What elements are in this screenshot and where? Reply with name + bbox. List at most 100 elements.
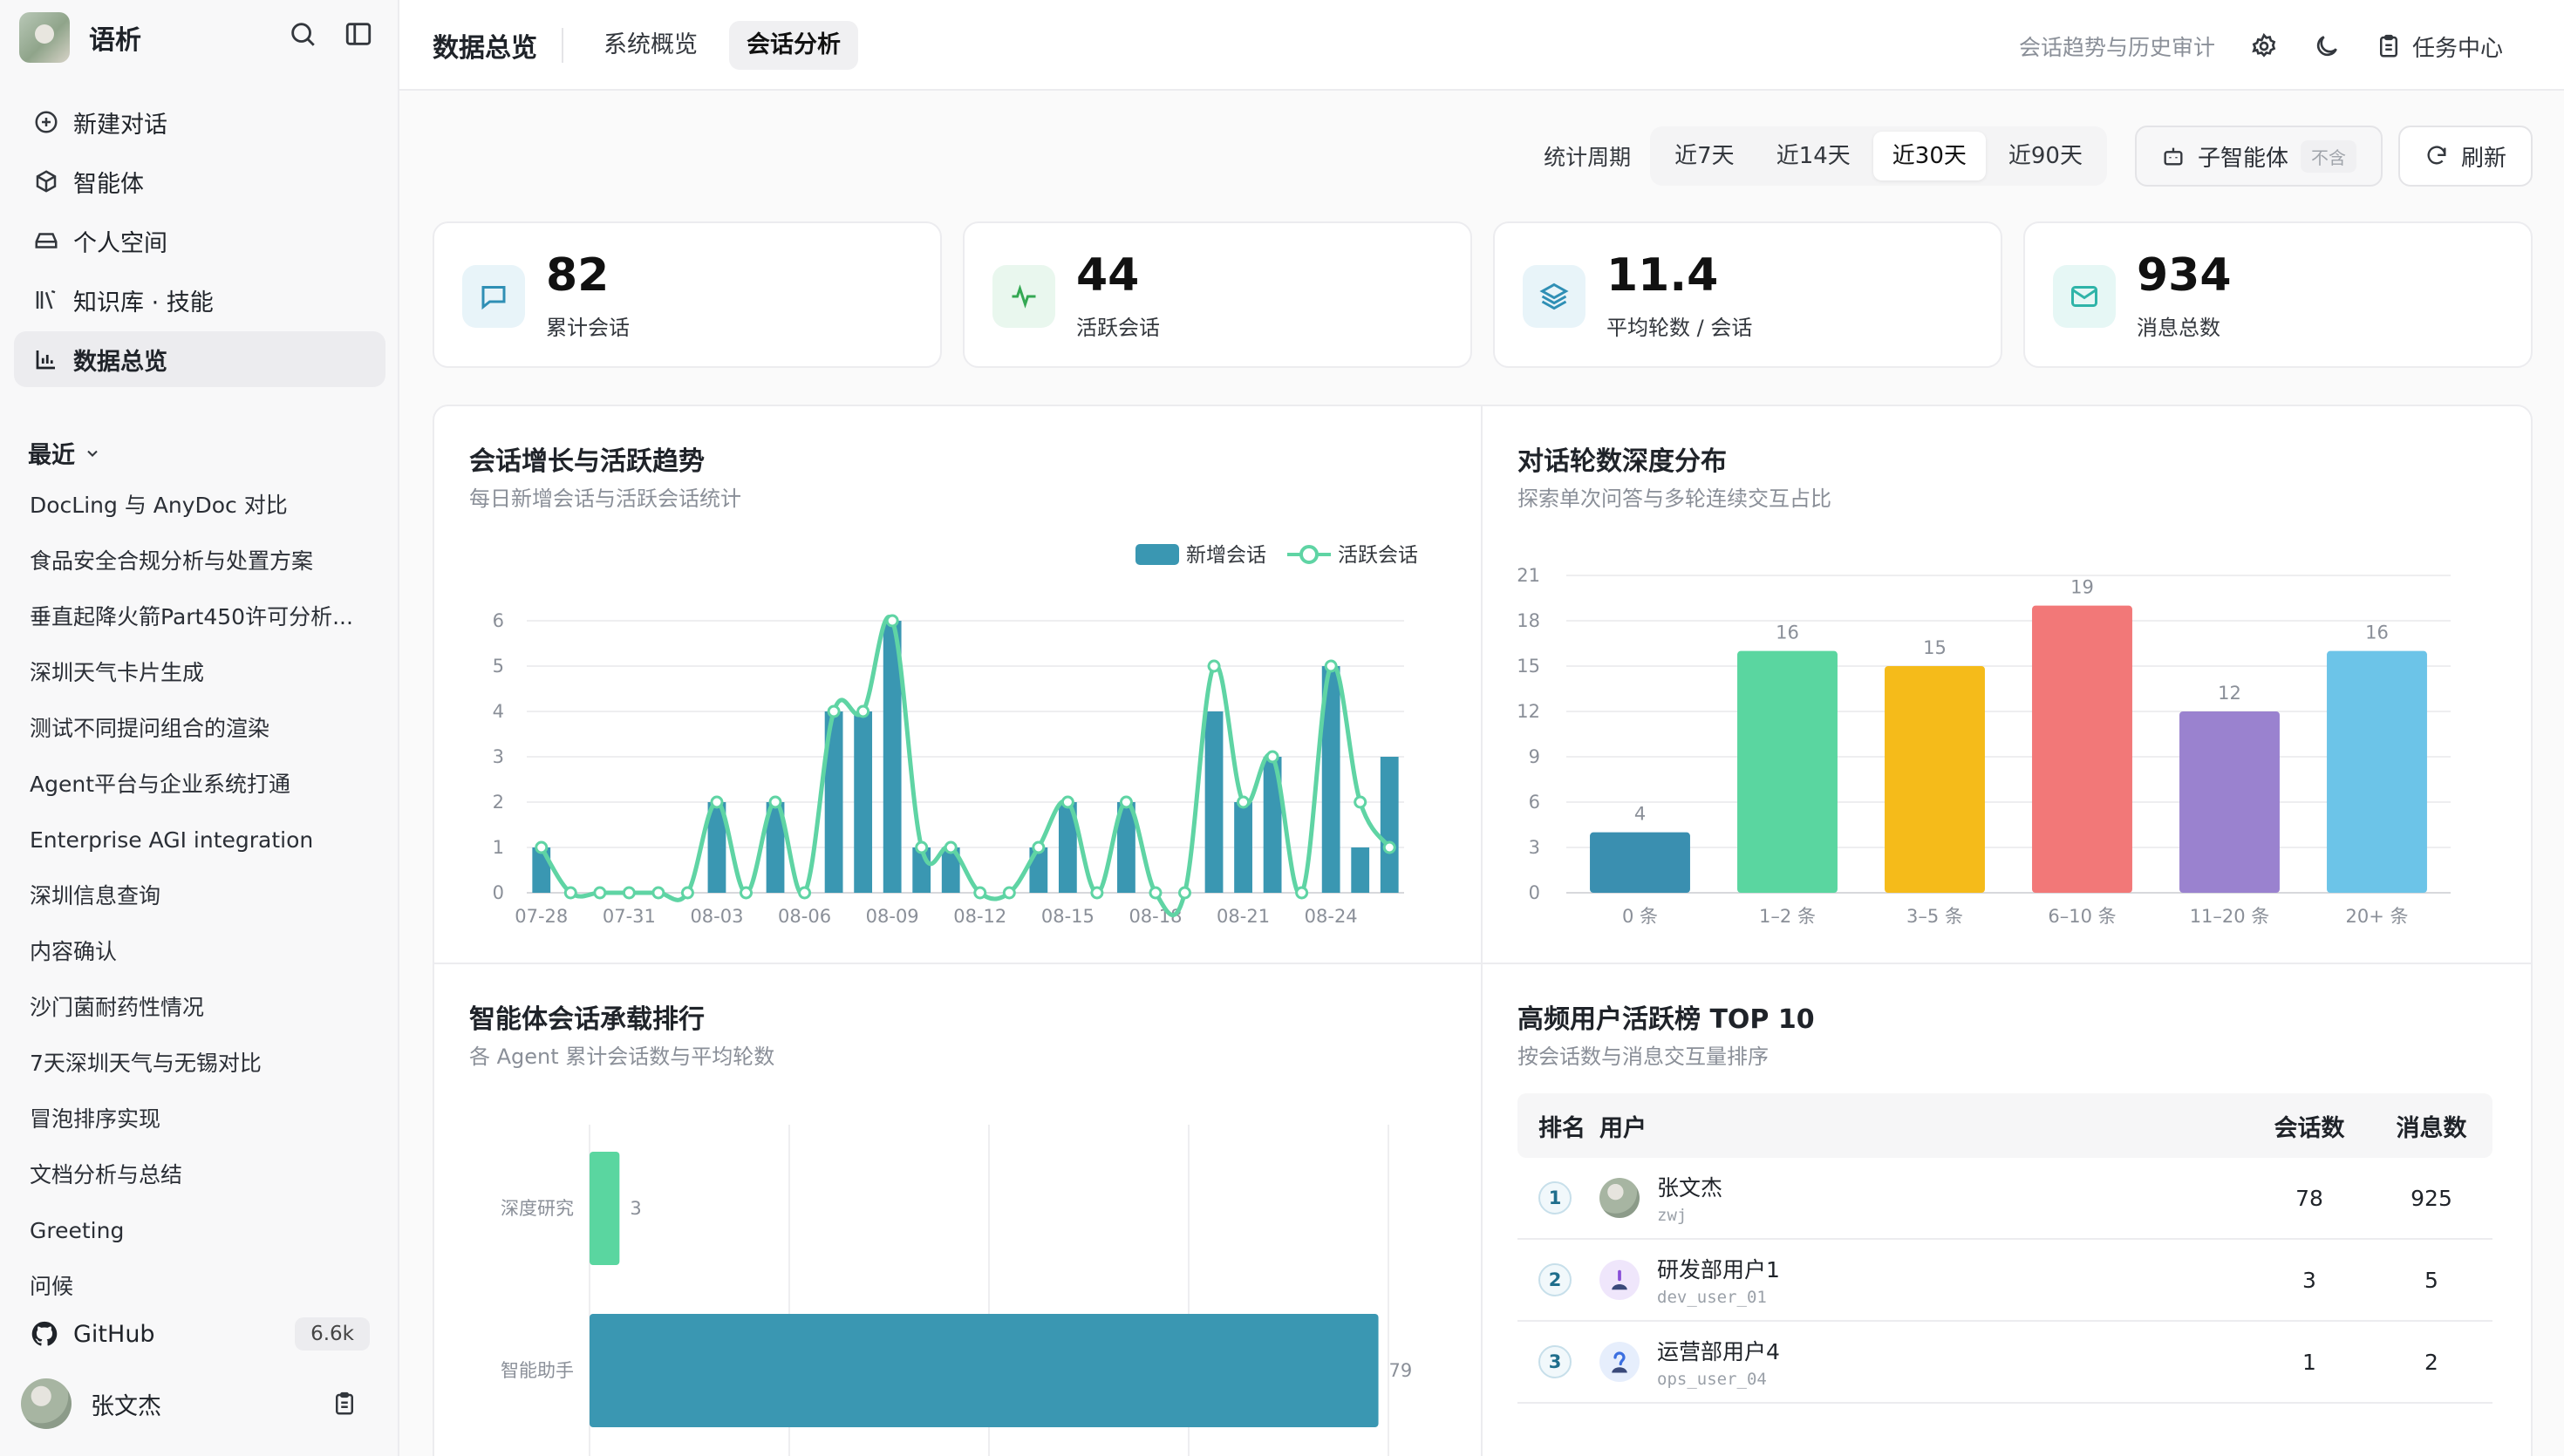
tab-system-overview[interactable]: 系统概览 xyxy=(586,21,715,70)
recent-item[interactable]: DocLing 与 AnyDoc 对比 xyxy=(30,478,370,534)
nav-personal-space[interactable]: 个人空间 xyxy=(14,213,385,269)
trend-point[interactable] xyxy=(973,886,987,900)
recent-item[interactable]: 垂直起降火箭Part450许可分析... xyxy=(30,589,370,645)
trend-point[interactable] xyxy=(827,704,841,718)
col-sessions[interactable]: 会话数 xyxy=(2248,1109,2370,1143)
period-7d[interactable]: 近7天 xyxy=(1655,132,1754,180)
trend-point[interactable] xyxy=(535,840,549,854)
sidebar-toggle-icon[interactable] xyxy=(344,19,373,49)
recent-item[interactable]: Greeting xyxy=(30,1203,370,1259)
y-tick-label: 21 xyxy=(1517,565,1540,586)
nav-knowledge-base[interactable]: 知识库 · 技能 xyxy=(14,272,385,328)
moon-icon[interactable] xyxy=(2313,32,2341,60)
trend-point[interactable] xyxy=(1178,886,1191,900)
bar-value-label: 79 xyxy=(1389,1360,1413,1381)
table-row[interactable]: 2 研发部用户1 dev_user_01 3 5 xyxy=(1517,1240,2492,1322)
trend-point[interactable] xyxy=(680,886,694,900)
trend-point[interactable] xyxy=(856,704,870,718)
x-tick-label: 0 条 xyxy=(1622,906,1658,927)
trend-point[interactable] xyxy=(651,886,665,900)
recent-item[interactable]: Enterprise AGI integration xyxy=(30,813,370,868)
filter-bar: 统计周期 近7天 近14天 近30天 近90天 子智能体 不含 刷新 xyxy=(1544,124,2533,188)
col-messages[interactable]: 消息数 xyxy=(2370,1109,2492,1143)
recent-item[interactable]: Agent平台与企业系统打通 xyxy=(30,757,370,813)
legend-label: 活跃会话 xyxy=(1338,544,1418,567)
nav-dashboard[interactable]: 数据总览 xyxy=(14,331,385,387)
trend-point[interactable] xyxy=(1382,840,1396,854)
recent-item[interactable]: 7天深圳天气与无锡对比 xyxy=(30,1036,370,1092)
trend-line xyxy=(539,615,1392,917)
nav-label: 智能体 xyxy=(73,170,144,198)
trend-bar[interactable] xyxy=(1380,757,1399,893)
period-14d[interactable]: 近14天 xyxy=(1757,132,1870,180)
trend-point[interactable] xyxy=(1237,795,1251,809)
bar-value-label: 16 xyxy=(1776,623,1799,643)
depth-bar[interactable] xyxy=(2179,711,2280,893)
depth-bar[interactable] xyxy=(1885,666,1985,893)
trend-point[interactable] xyxy=(1002,886,1016,900)
depth-bar[interactable] xyxy=(2327,650,2427,893)
recent-item[interactable]: 深圳天气卡片生成 xyxy=(30,645,370,701)
depth-bar[interactable] xyxy=(1737,650,1838,893)
table-row[interactable]: 3 运营部用户4 ops_user_04 1 2 xyxy=(1517,1322,2492,1404)
trend-bar[interactable] xyxy=(854,711,873,893)
agent-bar[interactable] xyxy=(590,1152,620,1265)
trend-point[interactable] xyxy=(1354,795,1367,809)
clipboard-icon[interactable] xyxy=(331,1391,358,1417)
trend-bar[interactable] xyxy=(1234,802,1252,893)
agent-bar[interactable] xyxy=(590,1314,1379,1427)
recent-item[interactable]: 文档分析与总结 xyxy=(30,1147,370,1203)
trend-bar[interactable] xyxy=(1351,847,1370,893)
trend-bar[interactable] xyxy=(1204,711,1224,893)
table-row[interactable]: 1 张文杰 zwj 78 925 xyxy=(1517,1158,2492,1240)
trend-point[interactable] xyxy=(885,614,899,628)
trend-point[interactable] xyxy=(593,886,607,900)
recent-item[interactable]: 问候 xyxy=(30,1259,370,1296)
trend-point[interactable] xyxy=(915,840,929,854)
nav-new-chat[interactable]: 新建对话 xyxy=(14,94,385,150)
agents-panel: 智能体会话承载排行 各 Agent 累计会话数与平均轮数 深度研究 3 智能助手 79 xyxy=(433,963,1483,1456)
refresh-button[interactable]: 刷新 xyxy=(2397,126,2533,187)
trend-point[interactable] xyxy=(798,886,812,900)
subagent-toggle[interactable]: 子智能体 不含 xyxy=(2134,126,2383,187)
trend-point[interactable] xyxy=(1324,659,1338,673)
recent-item[interactable]: 沙门菌耐药性情况 xyxy=(30,980,370,1036)
trend-point[interactable] xyxy=(1060,795,1074,809)
trend-point[interactable] xyxy=(740,886,753,900)
task-center-button[interactable]: 任务中心 xyxy=(2376,31,2503,63)
kpi-value: 934 xyxy=(2137,249,2232,302)
gear-icon[interactable] xyxy=(2250,32,2278,60)
trend-point[interactable] xyxy=(563,886,577,900)
trend-point[interactable] xyxy=(944,840,958,854)
y-tick-label: 0 xyxy=(493,882,504,903)
brand[interactable]: 语析 xyxy=(19,12,141,63)
trend-point[interactable] xyxy=(768,795,782,809)
trend-point[interactable] xyxy=(1207,659,1221,673)
recent-item[interactable]: 测试不同提问组合的渲染 xyxy=(30,701,370,757)
recent-header[interactable]: 最近 xyxy=(28,436,101,470)
trend-point[interactable] xyxy=(710,795,724,809)
recent-item[interactable]: 内容确认 xyxy=(30,924,370,980)
trend-point[interactable] xyxy=(622,886,636,900)
trend-point[interactable] xyxy=(1032,840,1046,854)
legend-label: 新增会话 xyxy=(1186,544,1266,567)
period-90d[interactable]: 近90天 xyxy=(1989,132,2102,180)
trend-point[interactable] xyxy=(1149,886,1163,900)
trend-point[interactable] xyxy=(1119,795,1133,809)
github-link[interactable]: GitHub 6.6k xyxy=(30,1310,370,1358)
depth-bar[interactable] xyxy=(2032,605,2132,893)
trend-point[interactable] xyxy=(1090,886,1104,900)
trend-point[interactable] xyxy=(1295,886,1309,900)
period-30d[interactable]: 近30天 xyxy=(1872,132,1986,180)
trend-point[interactable] xyxy=(1265,750,1279,764)
rank-badge: 3 xyxy=(1538,1345,1572,1378)
depth-bar[interactable] xyxy=(1590,832,1690,893)
recent-item[interactable]: 深圳信息查询 xyxy=(30,868,370,924)
user-profile[interactable]: 张文杰 xyxy=(21,1378,370,1430)
tab-session-analysis[interactable]: 会话分析 xyxy=(729,21,858,70)
page-title: 数据总览 xyxy=(433,33,537,64)
recent-item[interactable]: 食品安全合规分析与处置方案 xyxy=(30,534,370,589)
recent-item[interactable]: 冒泡排序实现 xyxy=(30,1092,370,1147)
nav-agents[interactable]: 智能体 xyxy=(14,153,385,209)
search-icon[interactable] xyxy=(288,19,317,49)
